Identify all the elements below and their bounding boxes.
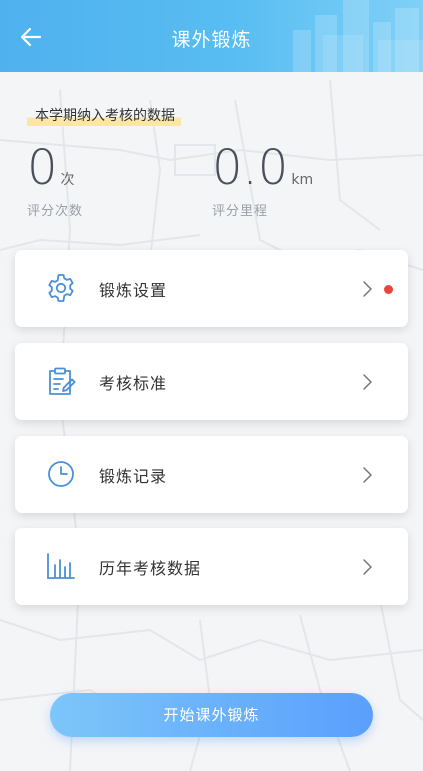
score-distance-label: 评分里程 bbox=[212, 204, 269, 219]
chevron-right-icon bbox=[363, 559, 372, 575]
clipboard-icon bbox=[49, 367, 76, 395]
chevron-right-icon bbox=[363, 467, 372, 483]
score-count-label: 评分次数 bbox=[27, 204, 84, 219]
menu-item-exercise-records[interactable]: 锻炼记录 bbox=[15, 436, 408, 513]
app-header: 课外锻炼 bbox=[0, 0, 423, 72]
score-count-stat: 0次 评分次数 bbox=[27, 144, 83, 219]
menu-item-assessment-standard[interactable]: 考核标准 bbox=[15, 343, 408, 420]
score-count-unit: 次 bbox=[60, 172, 75, 188]
notification-dot bbox=[384, 285, 393, 294]
menu-item-exercise-settings[interactable]: 锻炼设置 bbox=[15, 250, 408, 327]
menu-item-label: 锻炼设置 bbox=[99, 281, 168, 300]
score-distance-stat: 0.0 km 评分里程 bbox=[212, 144, 313, 219]
score-count-value: 0 bbox=[27, 140, 58, 196]
chevron-right-icon bbox=[363, 374, 372, 390]
gear-icon bbox=[48, 274, 74, 302]
score-distance-value: 0.0 bbox=[212, 140, 289, 196]
bar-chart-icon bbox=[47, 553, 75, 579]
menu-item-label: 历年考核数据 bbox=[99, 559, 202, 578]
chevron-right-icon bbox=[363, 281, 372, 297]
stats-caption: 本学期纳入考核的数据 bbox=[27, 105, 181, 126]
semester-stats: 本学期纳入考核的数据 0次 评分次数 0.0 km 评分里程 bbox=[0, 72, 423, 242]
menu-item-label: 考核标准 bbox=[99, 374, 168, 393]
start-exercise-button[interactable]: 开始课外锻炼 bbox=[50, 693, 373, 737]
menu-item-historical-data[interactable]: 历年考核数据 bbox=[15, 528, 408, 605]
menu-item-label: 锻炼记录 bbox=[99, 467, 168, 486]
clock-icon bbox=[48, 461, 74, 487]
score-distance-unit: km bbox=[291, 172, 314, 188]
page-title: 课外锻炼 bbox=[171, 29, 252, 51]
